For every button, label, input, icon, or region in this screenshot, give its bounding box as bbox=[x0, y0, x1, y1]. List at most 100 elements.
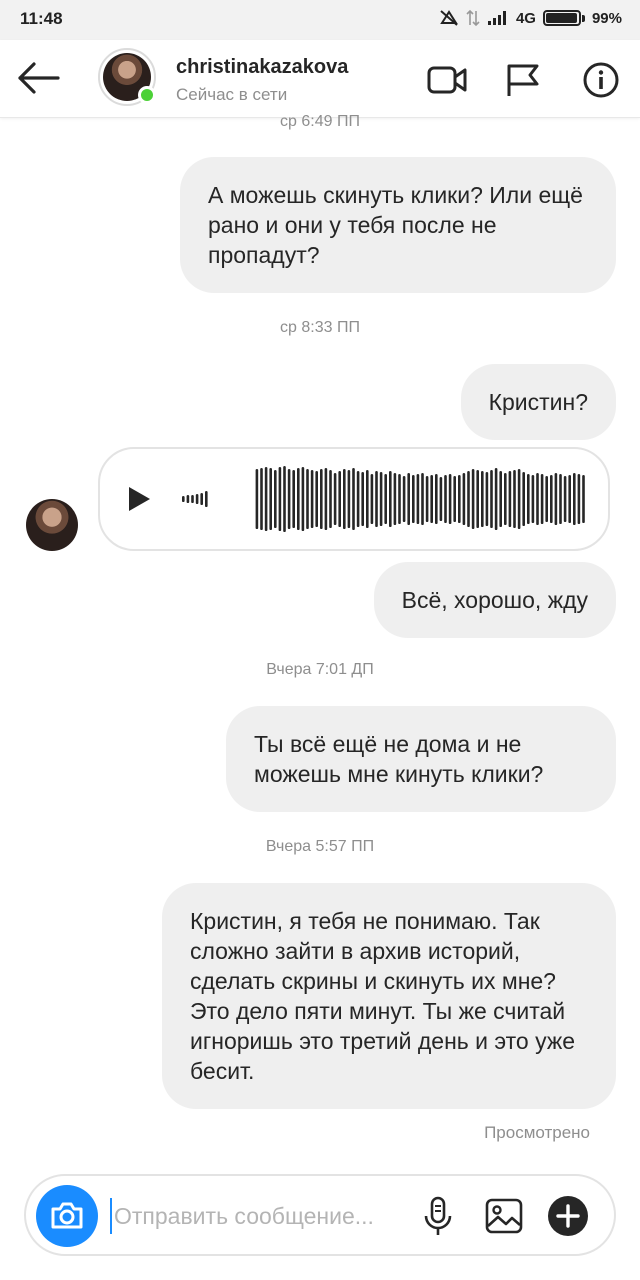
waveform-bar bbox=[407, 473, 410, 525]
waveform-bar bbox=[458, 475, 461, 523]
waveform-bar bbox=[536, 473, 539, 525]
waveform-bar bbox=[301, 467, 305, 531]
waveform-bar bbox=[416, 474, 420, 524]
dnd-icon bbox=[440, 10, 458, 26]
waveform-bar bbox=[490, 470, 493, 528]
waveform-bar bbox=[568, 475, 571, 523]
waveform-bar bbox=[352, 468, 355, 530]
waveform-bar bbox=[370, 474, 374, 524]
waveform-bar bbox=[186, 495, 190, 503]
waveform-bar bbox=[320, 469, 323, 529]
waveform-bar bbox=[361, 472, 364, 526]
outgoing-message[interactable]: Кристин, я тебя не понимаю. Так сложно з… bbox=[162, 883, 616, 1109]
outgoing-message[interactable]: Кристин? bbox=[460, 364, 616, 440]
waveform-bar bbox=[439, 477, 443, 521]
waveform-bar bbox=[476, 470, 479, 528]
waveform-bar bbox=[531, 475, 535, 523]
waveform-bar bbox=[448, 474, 452, 524]
seen-status: Просмотрено bbox=[484, 1123, 590, 1142]
waveform-bar bbox=[573, 473, 576, 525]
outgoing-message[interactable]: Всё, хорошо, жду bbox=[373, 562, 616, 638]
info-icon[interactable] bbox=[580, 60, 622, 100]
waveform-bar bbox=[191, 495, 194, 503]
waveform-bar bbox=[182, 496, 185, 502]
waveform-bar bbox=[430, 475, 433, 523]
contact-username[interactable]: christinakazakova bbox=[176, 56, 348, 79]
status-indicators: 4G 99% bbox=[439, 9, 622, 27]
waveform-bar bbox=[402, 476, 406, 522]
back-arrow-icon[interactable] bbox=[14, 58, 62, 98]
waveform-bar bbox=[504, 473, 507, 525]
waveform-bar bbox=[384, 474, 387, 524]
waveform-bar bbox=[545, 476, 548, 522]
waveform-bar bbox=[513, 470, 516, 528]
camera-button[interactable] bbox=[36, 1185, 98, 1247]
voice-waveform[interactable] bbox=[180, 463, 590, 535]
message-composer bbox=[24, 1174, 616, 1256]
waveform-bar bbox=[517, 469, 521, 529]
voice-message[interactable] bbox=[98, 447, 610, 551]
waveform-bar bbox=[540, 474, 544, 524]
waveform-bar bbox=[324, 468, 328, 530]
waveform-bar bbox=[462, 473, 466, 525]
waveform-bar bbox=[485, 472, 489, 526]
waveform-bar bbox=[421, 473, 424, 525]
sender-avatar[interactable] bbox=[26, 499, 78, 551]
waveform-bar bbox=[283, 466, 286, 532]
waveform-bar bbox=[393, 473, 397, 525]
waveform-bar bbox=[494, 468, 498, 530]
waveform-bar bbox=[389, 471, 392, 527]
message-timestamp: ср 6:49 ПП bbox=[280, 113, 360, 130]
waveform-bar bbox=[338, 471, 341, 527]
status-bar: 11:48 4G 99% bbox=[0, 0, 640, 40]
flag-icon[interactable] bbox=[502, 60, 544, 100]
waveform-bar bbox=[260, 468, 263, 530]
waveform-bar bbox=[412, 475, 415, 523]
battery-level: 99% bbox=[591, 9, 622, 27]
waveform-bar bbox=[467, 471, 470, 527]
network-type: 4G bbox=[515, 9, 536, 27]
waveform-bar bbox=[499, 471, 502, 527]
waveform-bar bbox=[292, 470, 295, 528]
message-timestamp: Вчера 5:57 ПП bbox=[265, 838, 375, 855]
waveform-bar bbox=[481, 471, 484, 527]
waveform-bar bbox=[550, 475, 553, 523]
waveform-bar bbox=[356, 471, 360, 527]
waveform-bar bbox=[333, 473, 337, 525]
message-timestamp: ср 8:33 ПП bbox=[280, 319, 360, 336]
status-time: 11:48 bbox=[20, 9, 63, 28]
waveform-bar bbox=[527, 474, 530, 524]
waveform-bar bbox=[379, 472, 383, 526]
data-arrows-icon bbox=[466, 9, 480, 27]
waveform-bar bbox=[554, 473, 558, 525]
waveform-bar bbox=[306, 469, 309, 529]
play-icon[interactable] bbox=[126, 485, 152, 513]
add-icon[interactable] bbox=[546, 1194, 590, 1238]
waveform-bar bbox=[274, 470, 277, 528]
waveform-bar bbox=[577, 474, 581, 524]
message-input[interactable] bbox=[110, 1198, 410, 1234]
outgoing-message[interactable]: А можешь скинуть клики? Или ещё рано и о… bbox=[180, 157, 616, 293]
microphone-icon[interactable] bbox=[416, 1194, 460, 1238]
waveform-bar bbox=[471, 469, 475, 529]
outgoing-message[interactable]: Ты всё ещё не дома и не можешь мне кинут… bbox=[226, 706, 616, 812]
battery-icon bbox=[542, 10, 581, 26]
waveform-bar bbox=[398, 474, 401, 524]
waveform-bar bbox=[264, 467, 268, 531]
gallery-icon[interactable] bbox=[482, 1194, 526, 1238]
waveform-bar bbox=[278, 467, 282, 531]
waveform-bar bbox=[347, 470, 351, 528]
waveform-bar bbox=[435, 474, 438, 524]
waveform-bar bbox=[453, 476, 456, 522]
waveform-bar bbox=[582, 475, 585, 523]
waveform-bar bbox=[375, 471, 378, 527]
waveform-bar bbox=[559, 474, 562, 524]
waveform-bar bbox=[329, 470, 332, 528]
waveform-bar bbox=[269, 468, 272, 530]
waveform-bar bbox=[315, 471, 318, 527]
camera-icon bbox=[51, 1202, 83, 1229]
waveform-bar bbox=[297, 468, 300, 530]
contact-avatar[interactable] bbox=[98, 48, 156, 106]
video-call-icon[interactable] bbox=[426, 60, 468, 100]
waveform-bar bbox=[200, 493, 203, 505]
